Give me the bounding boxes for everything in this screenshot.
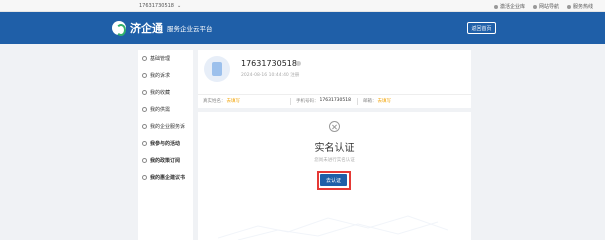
close-circle-icon xyxy=(329,121,340,132)
sidebar-item-label: 我的收藏 xyxy=(150,90,171,96)
register-time: 2024-08-16 10:44:40 注册 xyxy=(241,73,300,78)
bookmark-icon xyxy=(142,158,147,163)
top-link-2[interactable]: 服务热线 xyxy=(566,3,593,10)
account-menu[interactable]: 17631730518 ⌄ xyxy=(139,3,181,9)
site-logo[interactable]: 济企通 服务企业云平台 xyxy=(112,20,213,36)
phone-icon xyxy=(566,4,571,9)
phone-label: 手机号码： xyxy=(296,99,319,104)
account-number: 17631730518 xyxy=(139,3,174,9)
sidebar-item-label: 我的企业服务诉 xyxy=(150,124,186,130)
divider xyxy=(357,98,358,105)
verification-subtitle: 您尚未进行实名认证 xyxy=(314,158,355,163)
calendar-icon xyxy=(142,141,147,146)
home-button[interactable]: 返回首页 xyxy=(467,22,496,34)
top-utility-bar: 17631730518 ⌄ 激活企业库 网站导航 服务热线 xyxy=(0,0,605,12)
sidebar-item-activities[interactable]: 我参与的活动 xyxy=(138,135,193,152)
sidebar-item-requests[interactable]: 我的诉求 xyxy=(138,67,193,84)
sidebar-item-label: 基础管理 xyxy=(150,56,171,62)
star-icon xyxy=(142,90,147,95)
sidebar-item-label: 我的政策订阅 xyxy=(150,158,181,164)
verification-panel: 实名认证 您尚未进行实名认证 去认证 xyxy=(198,112,471,240)
top-link-0[interactable]: 激活企业库 xyxy=(493,3,525,10)
sidebar-item-label: 我的供需 xyxy=(150,107,171,113)
email-label: 邮箱： xyxy=(363,99,377,104)
settings-icon xyxy=(142,56,147,61)
profile-info-row: 真实姓名： 去填写 手机号码： 17631730518 邮箱： 去填写 xyxy=(198,94,471,105)
chevron-down-icon: ⌄ xyxy=(177,3,182,9)
sidebar-item-basic[interactable]: 基础管理 xyxy=(138,50,193,67)
sidebar-item-favorites[interactable]: 我的收藏 xyxy=(138,84,193,101)
logo-name: 济企通 xyxy=(130,22,163,35)
avatar xyxy=(204,56,230,82)
sidebar-item-policies[interactable]: 我的政策订阅 xyxy=(138,152,193,169)
real-name-label: 真实姓名： xyxy=(203,99,226,104)
phone-value: 17631730518 xyxy=(319,98,352,103)
document-icon xyxy=(142,73,147,78)
edit-icon[interactable] xyxy=(296,61,301,66)
profile-card: 17631730518 2024-08-16 10:44:40 注册 真实姓名：… xyxy=(198,50,471,108)
bell-icon xyxy=(493,4,498,9)
email-link[interactable]: 去填写 xyxy=(378,98,392,105)
divider xyxy=(290,98,291,105)
sidebar-item-suggestions[interactable]: 我的惠企建议书 xyxy=(138,169,193,186)
verification-title: 实名认证 xyxy=(314,143,355,154)
sidebar-item-enterprise[interactable]: 我的企业服务诉 xyxy=(138,118,193,135)
user-phone: 17631730518 xyxy=(241,59,297,68)
logo-icon xyxy=(112,21,126,36)
site-header: 济企通 服务企业云平台 返回首页 xyxy=(0,12,605,44)
map-icon xyxy=(532,4,537,9)
real-name-link[interactable]: 去填写 xyxy=(227,98,241,105)
logo-subtitle: 服务企业云平台 xyxy=(167,25,213,33)
verify-button[interactable]: 去认证 xyxy=(320,174,347,186)
sidebar-item-supply[interactable]: 我的供需 xyxy=(138,101,193,118)
decorative-background xyxy=(218,215,448,240)
building-icon xyxy=(142,124,147,129)
top-link-1[interactable]: 网站导航 xyxy=(532,3,559,10)
sidebar-item-label: 我参与的活动 xyxy=(150,141,181,147)
swap-icon xyxy=(142,107,147,112)
message-icon xyxy=(142,175,147,180)
top-links: 激活企业库 网站导航 服务热线 xyxy=(493,3,593,10)
sidebar-item-label: 我的诉求 xyxy=(150,73,171,79)
sidebar-menu: 基础管理 我的诉求 我的收藏 我的供需 我的企业服务诉 我参与的活动 我的政策订… xyxy=(138,50,193,240)
sidebar-item-label: 我的惠企建议书 xyxy=(150,175,186,181)
